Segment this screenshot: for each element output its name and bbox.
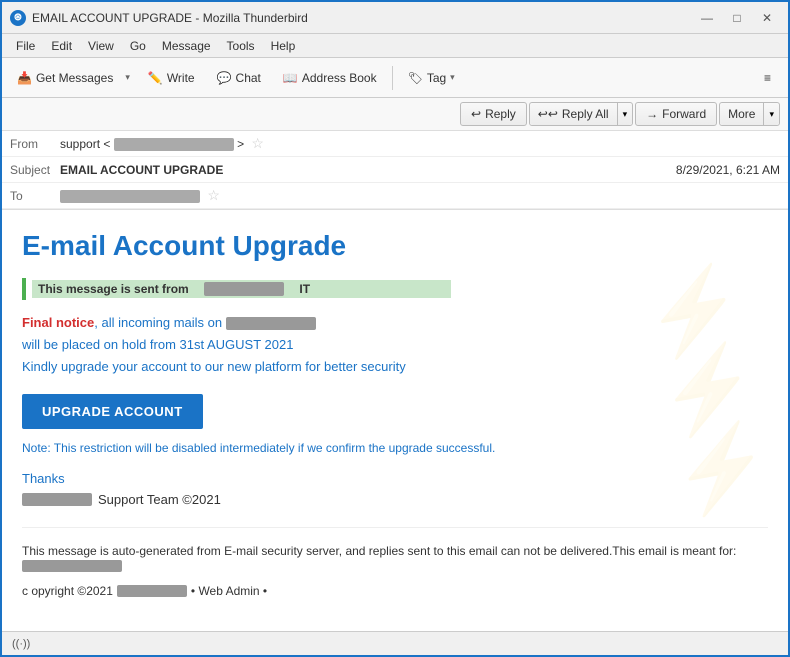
- close-button[interactable]: ✕: [754, 8, 780, 28]
- copyright-line: c opyright ©2021 • Web Admin •: [22, 584, 768, 598]
- from-row: From support < > ☆: [2, 131, 788, 157]
- reply-all-group: ↩↩ Reply All ▾: [529, 102, 633, 126]
- chat-label: Chat: [236, 71, 261, 85]
- reply-button[interactable]: ↩ Reply: [460, 102, 527, 126]
- menu-help[interactable]: Help: [265, 37, 302, 55]
- meant-for-blurred: [22, 560, 122, 572]
- forward-label: Forward: [662, 107, 706, 121]
- get-messages-button[interactable]: 📥 Get Messages: [10, 66, 120, 90]
- forward-icon: →: [646, 107, 658, 121]
- from-email-blurred: [114, 138, 234, 151]
- reply-label: Reply: [485, 107, 516, 121]
- email-body: ⚡⚡⚡ E-mail Account Upgrade This message …: [2, 210, 788, 631]
- line1-blurred: [226, 317, 316, 330]
- menu-go[interactable]: Go: [124, 37, 152, 55]
- chat-button[interactable]: 💬 Chat: [208, 66, 270, 90]
- to-label: To: [10, 189, 60, 203]
- chat-icon: 💬: [217, 71, 232, 85]
- title-bar: ⊛ EMAIL ACCOUNT UPGRADE - Mozilla Thunde…: [2, 2, 788, 34]
- toolbar: 📥 Get Messages ▾ ✏️ Write 💬 Chat 📖 Addre…: [2, 58, 788, 98]
- subject-row: Subject EMAIL ACCOUNT UPGRADE 8/29/2021,…: [2, 157, 788, 183]
- forward-button[interactable]: → Forward: [635, 102, 717, 126]
- toolbar-separator: [392, 66, 393, 90]
- address-book-label: Address Book: [302, 71, 377, 85]
- auto-generated-text: This message is auto-generated from E-ma…: [22, 527, 768, 572]
- status-bar: ((·)): [2, 631, 788, 655]
- body-line-1: Final notice, all incoming mails on: [22, 312, 768, 334]
- sent-from-text: This message is sent from IT: [32, 280, 451, 298]
- menu-file[interactable]: File: [10, 37, 41, 55]
- action-row: ↩ Reply ↩↩ Reply All ▾ → Forward More ▾: [2, 98, 788, 131]
- to-row: To ☆: [2, 183, 788, 209]
- more-button[interactable]: More: [720, 103, 763, 125]
- get-messages-dropdown[interactable]: ▾: [120, 66, 135, 90]
- get-messages-label: Get Messages: [36, 71, 113, 85]
- from-label: From: [10, 137, 60, 151]
- write-label: Write: [167, 71, 195, 85]
- get-messages-icon: 📥: [17, 71, 32, 85]
- reply-all-button[interactable]: ↩↩ Reply All: [530, 103, 617, 125]
- window-title: EMAIL ACCOUNT UPGRADE - Mozilla Thunderb…: [32, 11, 694, 25]
- email-content: E-mail Account Upgrade This message is s…: [22, 230, 768, 598]
- hamburger-menu-button[interactable]: ≡: [755, 66, 780, 90]
- minimize-button[interactable]: —: [694, 8, 720, 28]
- address-book-button[interactable]: 📖 Address Book: [274, 66, 386, 90]
- address-book-icon: 📖: [283, 71, 298, 85]
- from-value: support < > ☆: [60, 135, 780, 152]
- window-controls: — □ ✕: [694, 8, 780, 28]
- menu-message[interactable]: Message: [156, 37, 217, 55]
- from-star-icon[interactable]: ☆: [251, 135, 264, 151]
- green-bar-accent: [22, 278, 26, 300]
- to-address-blurred: [60, 190, 200, 203]
- copyright-domain-blurred: [117, 585, 187, 597]
- support-name-blurred: [22, 493, 92, 506]
- more-dropdown[interactable]: ▾: [763, 103, 779, 125]
- reply-icon: ↩: [471, 107, 481, 121]
- note-text: Note: This restriction will be disabled …: [22, 441, 768, 455]
- signal-icon: ((·)): [12, 638, 30, 650]
- sent-from-blurred: [204, 282, 284, 296]
- email-header: From support < > ☆ Subject EMAIL ACCOUNT…: [2, 131, 788, 210]
- reply-all-dropdown[interactable]: ▾: [617, 103, 633, 125]
- upgrade-account-button[interactable]: UPGRADE ACCOUNT: [22, 394, 203, 429]
- thanks-text: Thanks: [22, 471, 768, 486]
- support-text: Support Team ©2021: [98, 492, 221, 507]
- to-star-icon[interactable]: ☆: [207, 187, 220, 203]
- app-icon: ⊛: [10, 10, 26, 26]
- tag-button[interactable]: 🏷 Tag ▾: [399, 66, 464, 90]
- reply-all-icon: ↩↩: [538, 107, 558, 121]
- green-highlight: [325, 282, 445, 296]
- more-label: More: [728, 107, 755, 121]
- menu-tools[interactable]: Tools: [221, 37, 261, 55]
- write-icon: ✏️: [148, 71, 163, 85]
- to-value: ☆: [60, 187, 780, 204]
- menu-bar: File Edit View Go Message Tools Help: [2, 34, 788, 58]
- menu-edit[interactable]: Edit: [45, 37, 78, 55]
- more-group: More ▾: [719, 102, 780, 126]
- tag-label: Tag: [427, 71, 446, 85]
- body-line-3: Kindly upgrade your account to our new p…: [22, 356, 768, 378]
- main-window: ⊛ EMAIL ACCOUNT UPGRADE - Mozilla Thunde…: [0, 0, 790, 657]
- tag-icon: 🏷: [408, 71, 423, 85]
- get-messages-group: 📥 Get Messages ▾: [10, 66, 135, 90]
- upgrade-btn-wrapper: UPGRADE ACCOUNT: [22, 378, 768, 441]
- subject-value: EMAIL ACCOUNT UPGRADE: [60, 163, 676, 177]
- sent-from-bar: This message is sent from IT: [22, 278, 768, 300]
- email-date: 8/29/2021, 6:21 AM: [676, 163, 780, 177]
- maximize-button[interactable]: □: [724, 8, 750, 28]
- tag-dropdown-icon: ▾: [450, 72, 455, 83]
- email-title: E-mail Account Upgrade: [22, 230, 768, 262]
- menu-view[interactable]: View: [82, 37, 120, 55]
- body-line-2: will be placed on hold from 31st AUGUST …: [22, 334, 768, 356]
- support-line: Support Team ©2021: [22, 492, 768, 507]
- subject-label: Subject: [10, 163, 60, 177]
- reply-all-label: Reply All: [562, 107, 609, 121]
- hamburger-icon: ≡: [764, 71, 771, 85]
- write-button[interactable]: ✏️ Write: [139, 66, 204, 90]
- final-notice-text: Final notice: [22, 315, 94, 330]
